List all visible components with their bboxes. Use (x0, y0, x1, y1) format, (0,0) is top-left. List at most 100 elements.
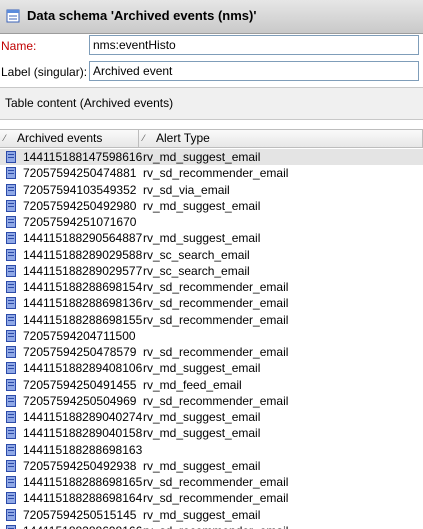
alert-type: rv_sd_recommender_email (143, 345, 289, 359)
table-row[interactable]: 144115188147598616 rv_md_suggest_email (0, 149, 423, 166)
record-icon (6, 297, 16, 310)
table-row[interactable]: 144115188288698163 (0, 442, 423, 458)
alert-type: rv_md_suggest_email (143, 231, 261, 246)
table-row[interactable]: 144115188288698155 rv_sd_recommender_emai… (0, 312, 423, 328)
archived-event-id: 144115188288698164 (23, 491, 143, 506)
table-row[interactable]: 144115188288698165 rv_sd_recommender_emai… (0, 474, 423, 490)
alert-type: rv_md_suggest_email (143, 507, 261, 522)
record-icon (6, 183, 16, 196)
record-icon (6, 394, 16, 407)
record-icon (6, 329, 16, 342)
archived-event-id: 72057594250504969 (23, 393, 137, 408)
table-row[interactable]: 144115188288698166rv_sd_recommender_emai… (0, 523, 423, 529)
record-icon (6, 459, 16, 472)
table-header: ⁄ Archived events ⁄ Alert Type (0, 129, 423, 148)
archived-event-id: 144115188288698136 (23, 296, 143, 311)
archived-event-id: 144115188288698166 (23, 523, 142, 529)
alert-type: rv_sd_recommender_email (143, 312, 289, 327)
table-row[interactable]: 72057594251071670 (0, 214, 423, 230)
name-field[interactable]: nms:eventHisto (89, 35, 419, 55)
table-row[interactable]: 72057594250504969 rv_sd_recommender_email (0, 393, 423, 409)
column-header-archived-events[interactable]: ⁄ Archived events (0, 130, 139, 147)
table-row[interactable]: 72057594250491455 rv_md_feed_email (0, 377, 423, 393)
archived-event-id: 144115188289029577 (23, 263, 143, 278)
table-row[interactable]: 72057594204711500 (0, 328, 423, 344)
column-header-label: Archived events (17, 131, 103, 145)
alert-type: rv_md_suggest_email (143, 198, 261, 213)
window-titlebar: Data schema 'Archived events (nms)' (0, 0, 423, 34)
sort-icon: ⁄ (143, 133, 145, 143)
record-icon (6, 411, 16, 423)
record-icon (6, 362, 16, 375)
name-label: Name: (1, 39, 37, 53)
alert-type: rv_md_suggest_email (143, 458, 261, 473)
table-row[interactable]: 144115188288698154 rv_sd_recommender_emai… (0, 279, 423, 295)
window-title: Data schema 'Archived events (nms)' (27, 8, 257, 23)
alert-type: rv_md_suggest_email (143, 150, 261, 164)
table-body: 144115188147598616 rv_md_suggest_email 720… (0, 149, 423, 529)
record-icon (6, 346, 16, 358)
record-icon (6, 378, 16, 391)
label-singular-field[interactable]: Archived event (89, 61, 419, 81)
section-title: Table content (Archived events) (5, 96, 174, 110)
column-header-alert-type[interactable]: ⁄ Alert Type (139, 130, 423, 147)
table-row[interactable]: 144115188289029588 rv_sc_search_email (0, 247, 423, 263)
record-icon (6, 167, 16, 180)
table-row[interactable]: 144115188289040274 rv_md_suggest_email (0, 409, 423, 425)
record-icon (6, 232, 16, 245)
archived-event-id: 72057594251071670 (23, 215, 137, 229)
table-row[interactable]: 72057594250515145 rv_md_suggest_email (0, 507, 423, 523)
archived-event-id: 144115188289408106 (23, 361, 143, 376)
table-row[interactable]: 72057594250492980 rv_md_suggest_email (0, 198, 423, 214)
record-icon (6, 199, 16, 212)
table-row[interactable]: 144115188288698164 rv_sd_recommender_emai… (0, 490, 423, 506)
archived-event-id: 144115188289029588 (23, 247, 143, 262)
alert-type: rv_sd_recommender_email (143, 523, 288, 529)
archived-event-id: 72057594204711500 (23, 328, 136, 343)
archived-event-id: 72057594250515145 (23, 507, 137, 522)
archived-event-id: 144115188288698165 (23, 475, 143, 489)
archived-event-id: 72057594250492980 (23, 198, 137, 213)
record-icon (6, 427, 16, 440)
alert-type: rv_sd_recommender_email (143, 491, 289, 506)
alert-type: rv_sd_recommender_email (143, 393, 289, 408)
table-row[interactable]: 72057594250474881 rv_sd_recommender_email (0, 165, 423, 181)
archived-event-id: 72057594250474881 (23, 166, 137, 181)
alert-type: rv_sc_search_email (143, 263, 250, 278)
archived-event-id: 144115188288698163 (23, 442, 143, 457)
archived-event-id: 72057594250492938 (23, 458, 137, 473)
record-icon (6, 508, 16, 521)
archived-event-id: 144115188289040274 (23, 410, 143, 424)
archived-event-id: 72057594250491455 (23, 377, 137, 392)
table-row[interactable]: 144115188289029577 rv_sc_search_email (0, 263, 423, 279)
sort-icon: ⁄ (4, 133, 6, 143)
alert-type: rv_md_suggest_email (143, 361, 261, 376)
record-icon (6, 264, 16, 277)
table-row[interactable]: 144115188289040158 rv_md_suggest_email (0, 425, 423, 441)
table-row[interactable]: 72057594250492938 rv_md_suggest_email (0, 458, 423, 474)
record-icon (6, 313, 16, 326)
alert-type: rv_sd_recommender_email (143, 475, 289, 489)
archived-event-id: 72057594250478579 (23, 345, 137, 359)
record-icon (6, 492, 16, 505)
name-row: Name: nms:eventHisto (0, 34, 423, 58)
label-singular-row: Label (singular): Archived event (0, 60, 423, 84)
table-content-section: Table content (Archived events) (0, 87, 423, 120)
record-icon (6, 443, 16, 456)
archived-events-table[interactable]: ⁄ Archived events ⁄ Alert Type 144115188… (0, 120, 423, 529)
alert-type: rv_sc_search_email (143, 247, 250, 262)
table-row[interactable]: 72057594250478579 rv_sd_recommender_email (0, 344, 423, 360)
schema-icon (6, 9, 20, 23)
archived-event-id: 144115188288698155 (23, 312, 143, 327)
table-row[interactable]: 144115188290564887 rv_md_suggest_email (0, 230, 423, 246)
alert-type: rv_sd_recommender_email (143, 166, 289, 181)
record-icon (6, 476, 16, 488)
record-icon (6, 524, 16, 529)
record-icon (6, 216, 16, 228)
table-row[interactable]: 144115188289408106 rv_md_suggest_email (0, 360, 423, 376)
archived-event-id: 144115188290564887 (23, 231, 143, 246)
alert-type: rv_md_suggest_email (143, 426, 261, 441)
table-row[interactable]: 144115188288698136 rv_sd_recommender_emai… (0, 295, 423, 311)
table-row[interactable]: 72057594103549352 rv_sd_via_email (0, 182, 423, 198)
record-icon (6, 248, 16, 261)
